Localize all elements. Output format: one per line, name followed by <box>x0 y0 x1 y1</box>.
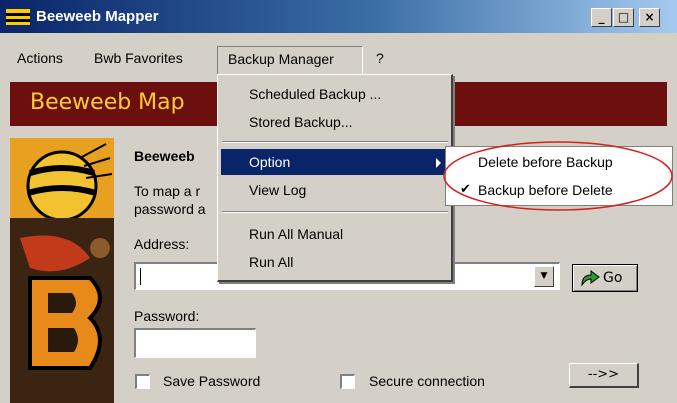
menu-help[interactable]: ? <box>376 50 384 66</box>
text-caret <box>140 268 141 285</box>
description-text: To map a r password a <box>134 182 216 218</box>
menu-backup-manager[interactable]: Backup Manager <box>217 46 363 74</box>
password-label: Password: <box>134 308 200 324</box>
save-password-checkbox[interactable] <box>135 374 150 389</box>
menu-item-run-all[interactable]: Run All <box>221 249 449 275</box>
window-title: Beeweeb Mapper <box>36 8 159 25</box>
next-button[interactable]: -->> <box>569 363 639 388</box>
section-heading: Beeweeb <box>134 148 195 164</box>
submenu-item-delete-before-backup-label: Delete before Backup <box>478 154 613 170</box>
beeweeb-artwork-image <box>10 138 114 403</box>
address-label: Address: <box>134 236 190 252</box>
address-dropdown-button[interactable]: ▼ <box>534 266 554 287</box>
submenu-item-backup-before-delete[interactable]: ✔ Backup before Delete <box>448 177 670 203</box>
description-line-2: password a <box>134 201 206 217</box>
submenu-item-delete-before-backup[interactable]: Delete before Backup <box>448 149 670 175</box>
menu-separator <box>222 141 448 143</box>
menu-item-option-label: Option <box>249 154 291 170</box>
submenu-arrow-icon <box>436 158 441 168</box>
menu-item-view-log[interactable]: View Log <box>221 177 449 203</box>
secure-connection-checkbox[interactable] <box>340 374 355 389</box>
description-line-1: To map a r <box>134 183 201 199</box>
app-bee-icon <box>6 9 30 25</box>
secure-connection-label[interactable]: Secure connection <box>369 373 485 389</box>
title-bar[interactable]: Beeweeb Mapper _ □ × <box>0 0 677 34</box>
banner-title: Beeweeb Map <box>30 90 185 115</box>
menu-bar: Actions Bwb Favorites Backup Manager ? <box>0 46 677 74</box>
option-submenu: Delete before Backup ✔ Backup before Del… <box>445 146 673 206</box>
menu-bwb-favorites[interactable]: Bwb Favorites <box>94 50 183 66</box>
go-button-label: Go <box>603 270 623 286</box>
menu-item-stored-backup[interactable]: Stored Backup... <box>221 109 449 135</box>
menu-actions[interactable]: Actions <box>17 50 63 66</box>
maximize-button[interactable]: □ <box>613 8 634 27</box>
save-password-label[interactable]: Save Password <box>163 373 260 389</box>
menu-item-run-all-manual[interactable]: Run All Manual <box>221 221 449 247</box>
go-arrow-icon <box>581 270 600 287</box>
password-input[interactable] <box>134 328 256 358</box>
go-button[interactable]: Go <box>572 264 638 292</box>
minimize-button[interactable]: _ <box>591 8 612 27</box>
backup-manager-menu: Scheduled Backup ... Stored Backup... Op… <box>217 74 453 282</box>
menu-item-scheduled-backup[interactable]: Scheduled Backup ... <box>221 81 449 107</box>
checkmark-icon: ✔ <box>460 182 471 197</box>
close-button[interactable]: × <box>639 8 660 27</box>
menu-separator <box>222 211 448 213</box>
menu-item-option[interactable]: Option <box>221 149 449 175</box>
submenu-item-backup-before-delete-label: Backup before Delete <box>478 182 613 198</box>
